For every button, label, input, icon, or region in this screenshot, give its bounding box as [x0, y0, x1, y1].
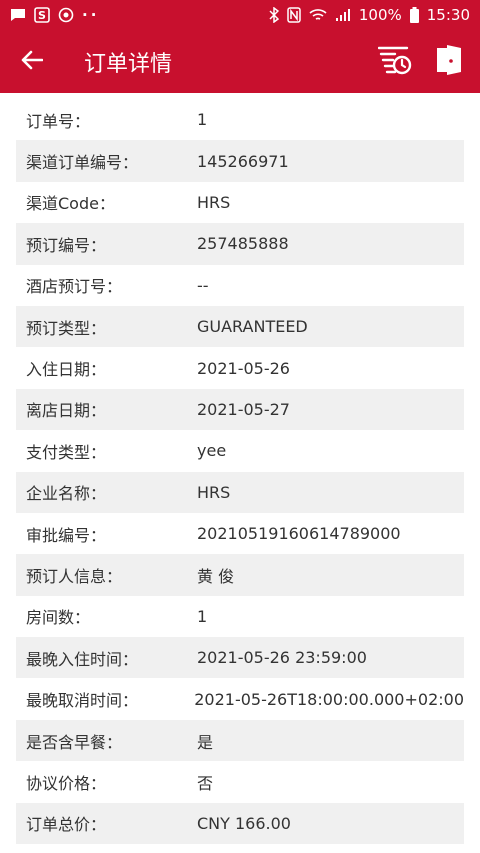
row-label: 最晚取消时间： — [26, 691, 139, 711]
row-value: 2021-05-26 — [197, 358, 290, 378]
page-title: 订单详情 — [84, 51, 173, 77]
order-detail-list: 订单号： 1 渠道订单编号： 145266971 渠道Code： HRS 预订编… — [16, 99, 464, 845]
row-value: 1 — [197, 110, 208, 130]
row-label: 订单总价： — [26, 815, 107, 835]
nfc-icon — [287, 7, 301, 23]
row-value: 20210519160614789000 — [197, 524, 401, 544]
detail-row: 订单总价： CNY 166.00 — [16, 802, 464, 845]
wifi-icon — [309, 8, 327, 22]
row-value: 2021-05-27 — [197, 399, 290, 419]
door-exit-icon — [435, 44, 463, 80]
row-label: 预订编号： — [26, 235, 107, 255]
detail-row: 离店日期： 2021-05-27 — [16, 388, 464, 431]
detail-row: 入住日期： 2021-05-26 — [16, 347, 464, 388]
detail-row: 酒店预订号： -- — [16, 265, 464, 306]
app-circle-icon — [58, 7, 74, 23]
detail-row: 渠道订单编号： 145266971 — [16, 140, 464, 182]
history-button[interactable] — [368, 30, 422, 93]
detail-row: 最晚入住时间： 2021-05-26 23:59:00 — [16, 637, 464, 679]
row-label: 协议价格： — [26, 773, 107, 793]
detail-row: 预订类型： GUARANTEED — [16, 305, 464, 348]
detail-row: 渠道Code： HRS — [16, 182, 464, 223]
row-value: 是 — [197, 732, 214, 752]
row-label: 入住日期： — [26, 360, 107, 380]
message-icon — [10, 8, 26, 22]
row-label: 离店日期： — [26, 401, 107, 421]
svg-text:S: S — [38, 9, 46, 22]
battery-icon — [409, 7, 419, 23]
detail-row: 预订编号： 257485888 — [16, 223, 464, 265]
signal-icon — [335, 8, 351, 22]
row-label: 房间数： — [26, 608, 91, 628]
row-label: 酒店预订号： — [26, 277, 123, 297]
bluetooth-icon — [269, 7, 279, 23]
row-label: 渠道Code： — [26, 194, 115, 214]
row-value: 1 — [197, 606, 208, 626]
row-value: 2021-05-26 23:59:00 — [197, 648, 367, 668]
battery-percent: 100% — [358, 6, 402, 24]
row-label: 是否含早餐： — [26, 732, 123, 752]
list-clock-icon — [377, 45, 412, 79]
app-bar: 订单详情 — [0, 30, 480, 93]
detail-row: 订单号： 1 — [16, 99, 464, 140]
row-value: 黄 俊 — [197, 566, 235, 586]
row-label: 预订类型： — [26, 318, 107, 338]
row-value: 145266971 — [197, 151, 289, 171]
exit-button[interactable] — [422, 30, 476, 93]
back-button[interactable] — [0, 30, 64, 93]
arrow-left-icon — [21, 50, 44, 74]
detail-row: 房间数： 1 — [16, 596, 464, 637]
detail-row: 审批编号： 20210519160614789000 — [16, 513, 464, 554]
status-bar-left: S ·· — [10, 6, 99, 24]
row-label: 订单号： — [26, 111, 91, 131]
row-value: 2021-05-26T18:00:00.000+02:00 — [194, 689, 464, 709]
status-bar-right: 100% 15:30 — [269, 6, 470, 24]
clock: 15:30 — [426, 6, 470, 24]
notification-dots: ·· — [82, 6, 100, 24]
row-value: HRS — [197, 192, 231, 212]
row-value: -- — [197, 275, 209, 295]
row-value: CNY 166.00 — [197, 813, 291, 833]
row-value: HRS — [197, 482, 231, 502]
detail-row: 协议价格： 否 — [16, 761, 464, 802]
row-label: 预订人信息： — [26, 566, 123, 586]
row-label: 支付类型： — [26, 442, 107, 462]
detail-row: 企业名称： HRS — [16, 471, 464, 513]
app-s-icon: S — [34, 7, 50, 23]
row-value: 257485888 — [197, 234, 289, 254]
row-value: GUARANTEED — [197, 317, 308, 337]
row-value: yee — [197, 441, 227, 461]
detail-row: 预订人信息： 黄 俊 — [16, 554, 464, 596]
row-value: 否 — [197, 773, 214, 793]
detail-row: 是否含早餐： 是 — [16, 719, 464, 762]
row-label: 企业名称： — [26, 484, 107, 504]
row-label: 审批编号： — [26, 525, 107, 545]
row-label: 最晚入住时间： — [26, 649, 139, 669]
status-bar: S ·· 100% 15:30 — [0, 0, 480, 30]
row-label: 渠道订单编号： — [26, 153, 139, 173]
detail-row: 最晚取消时间： 2021-05-26T18:00:00.000+02:00 — [16, 678, 464, 719]
detail-row: 支付类型： yee — [16, 430, 464, 471]
